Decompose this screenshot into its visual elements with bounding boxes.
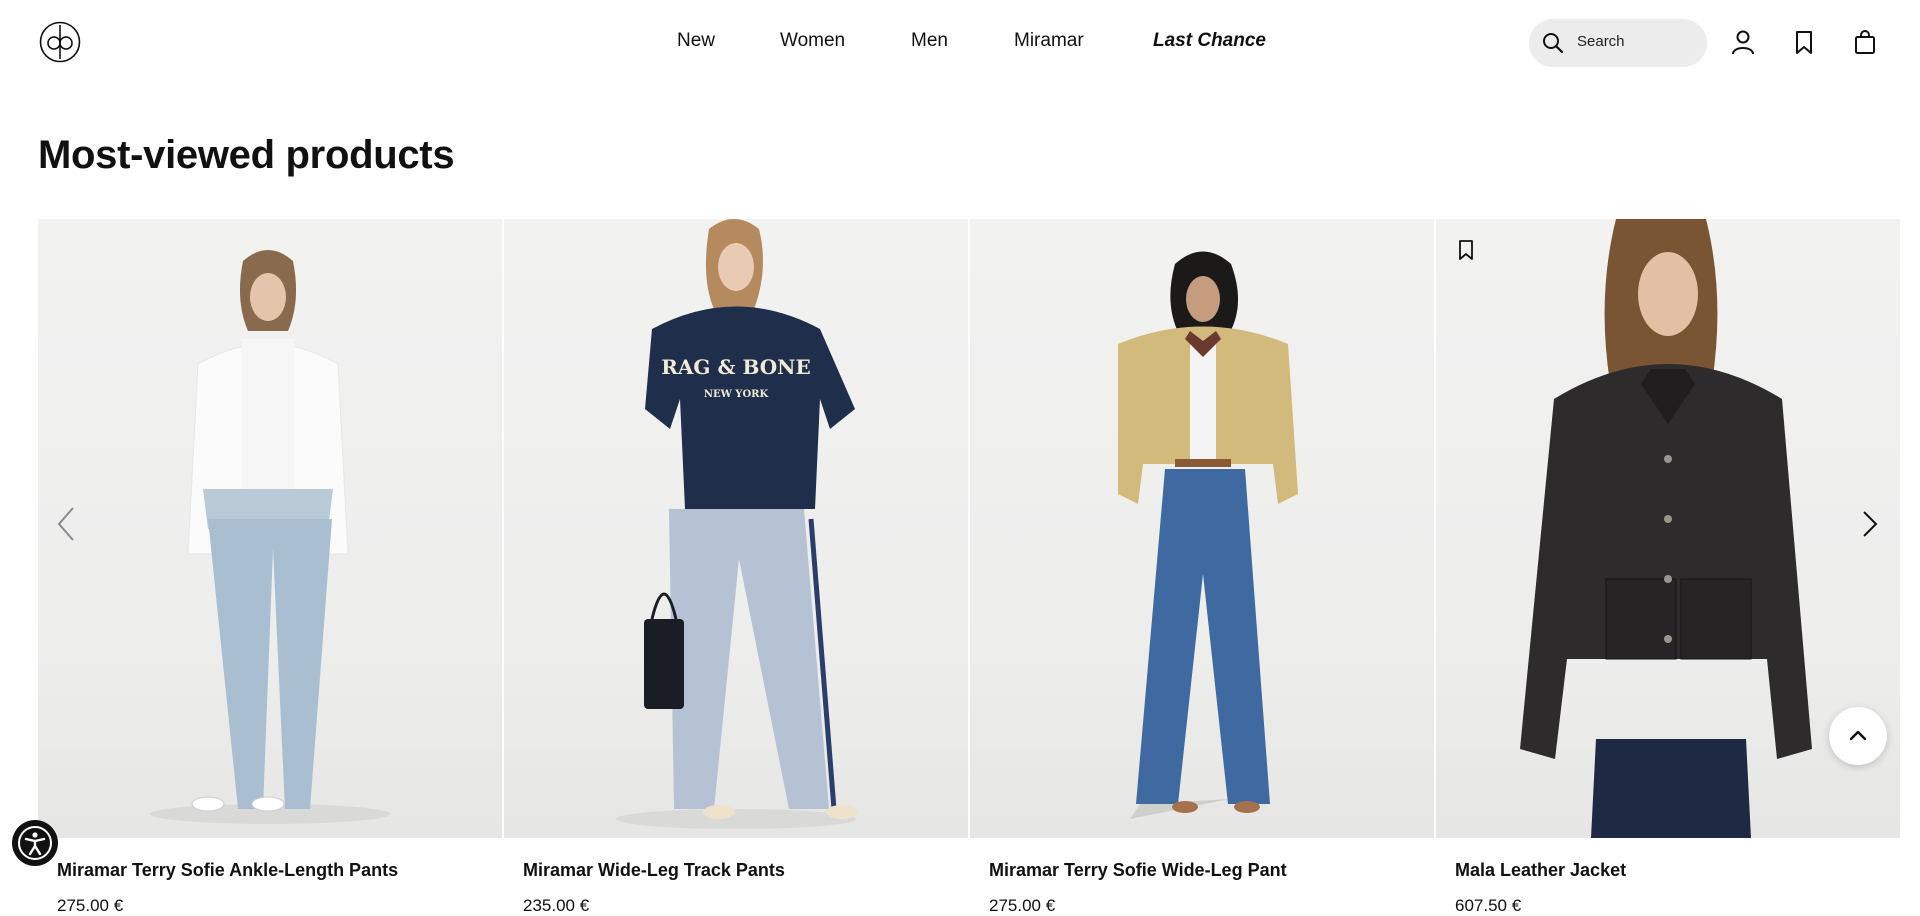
product-name[interactable]: Miramar Terry Sofie Wide-Leg Pant [989, 860, 1287, 881]
bag-icon[interactable] [1852, 29, 1878, 55]
nav-new[interactable]: New [677, 30, 715, 52]
product-photo [1118, 251, 1298, 819]
search-icon [1543, 33, 1564, 54]
product-card[interactable]: Miramar Terry Sofie Ankle-Length Pants 2… [38, 219, 502, 915]
account-icon[interactable] [1730, 29, 1756, 55]
product-price: 235.00 € [523, 896, 590, 915]
chevron-left-icon[interactable] [55, 504, 79, 544]
site-header: New Women Men Miramar Last Chance Search [0, 0, 1920, 84]
product-image[interactable]: RAG & BONE NEW YORK [504, 219, 968, 838]
svg-text:RAG & BONE: RAG & BONE [661, 355, 810, 379]
nav-last-chance[interactable]: Last Chance [1153, 30, 1266, 52]
product-card[interactable]: Mala Leather Jacket 607.50 € [1436, 219, 1900, 915]
product-name[interactable]: Miramar Terry Sofie Ankle-Length Pants [57, 860, 398, 881]
product-photo: RAG & BONE NEW YORK [616, 219, 858, 829]
product-image[interactable] [970, 219, 1434, 838]
nav-women[interactable]: Women [780, 30, 845, 52]
nav-miramar[interactable]: Miramar [1014, 30, 1084, 52]
svg-text:NEW YORK: NEW YORK [704, 389, 769, 400]
wishlist-icon[interactable] [1456, 239, 1476, 261]
product-price: 275.00 € [57, 896, 124, 915]
chevron-right-icon[interactable] [1858, 504, 1882, 544]
product-price: 607.50 € [1455, 896, 1522, 915]
nav-men[interactable]: Men [911, 30, 948, 52]
product-photo [150, 250, 390, 824]
search-placeholder: Search [1577, 33, 1625, 50]
product-price: 275.00 € [989, 896, 1056, 915]
product-name[interactable]: Mala Leather Jacket [1455, 860, 1626, 881]
page-title: Most-viewed products [38, 133, 455, 177]
accessibility-button[interactable] [12, 820, 58, 866]
scroll-to-top-button[interactable] [1829, 707, 1887, 765]
accessibility-icon [18, 826, 52, 860]
product-card[interactable]: RAG & BONE NEW YORK Miramar Wide-Leg Tra… [504, 219, 968, 915]
search-input[interactable]: Search [1529, 19, 1707, 67]
product-card[interactable]: Miramar Terry Sofie Wide-Leg Pant 275.00… [970, 219, 1434, 915]
product-image[interactable] [38, 219, 502, 838]
chevron-up-icon [1849, 730, 1867, 741]
product-carousel: Miramar Terry Sofie Ankle-Length Pants 2… [38, 219, 1900, 915]
product-name[interactable]: Miramar Wide-Leg Track Pants [523, 860, 785, 881]
wishlist-icon[interactable] [1791, 29, 1817, 55]
